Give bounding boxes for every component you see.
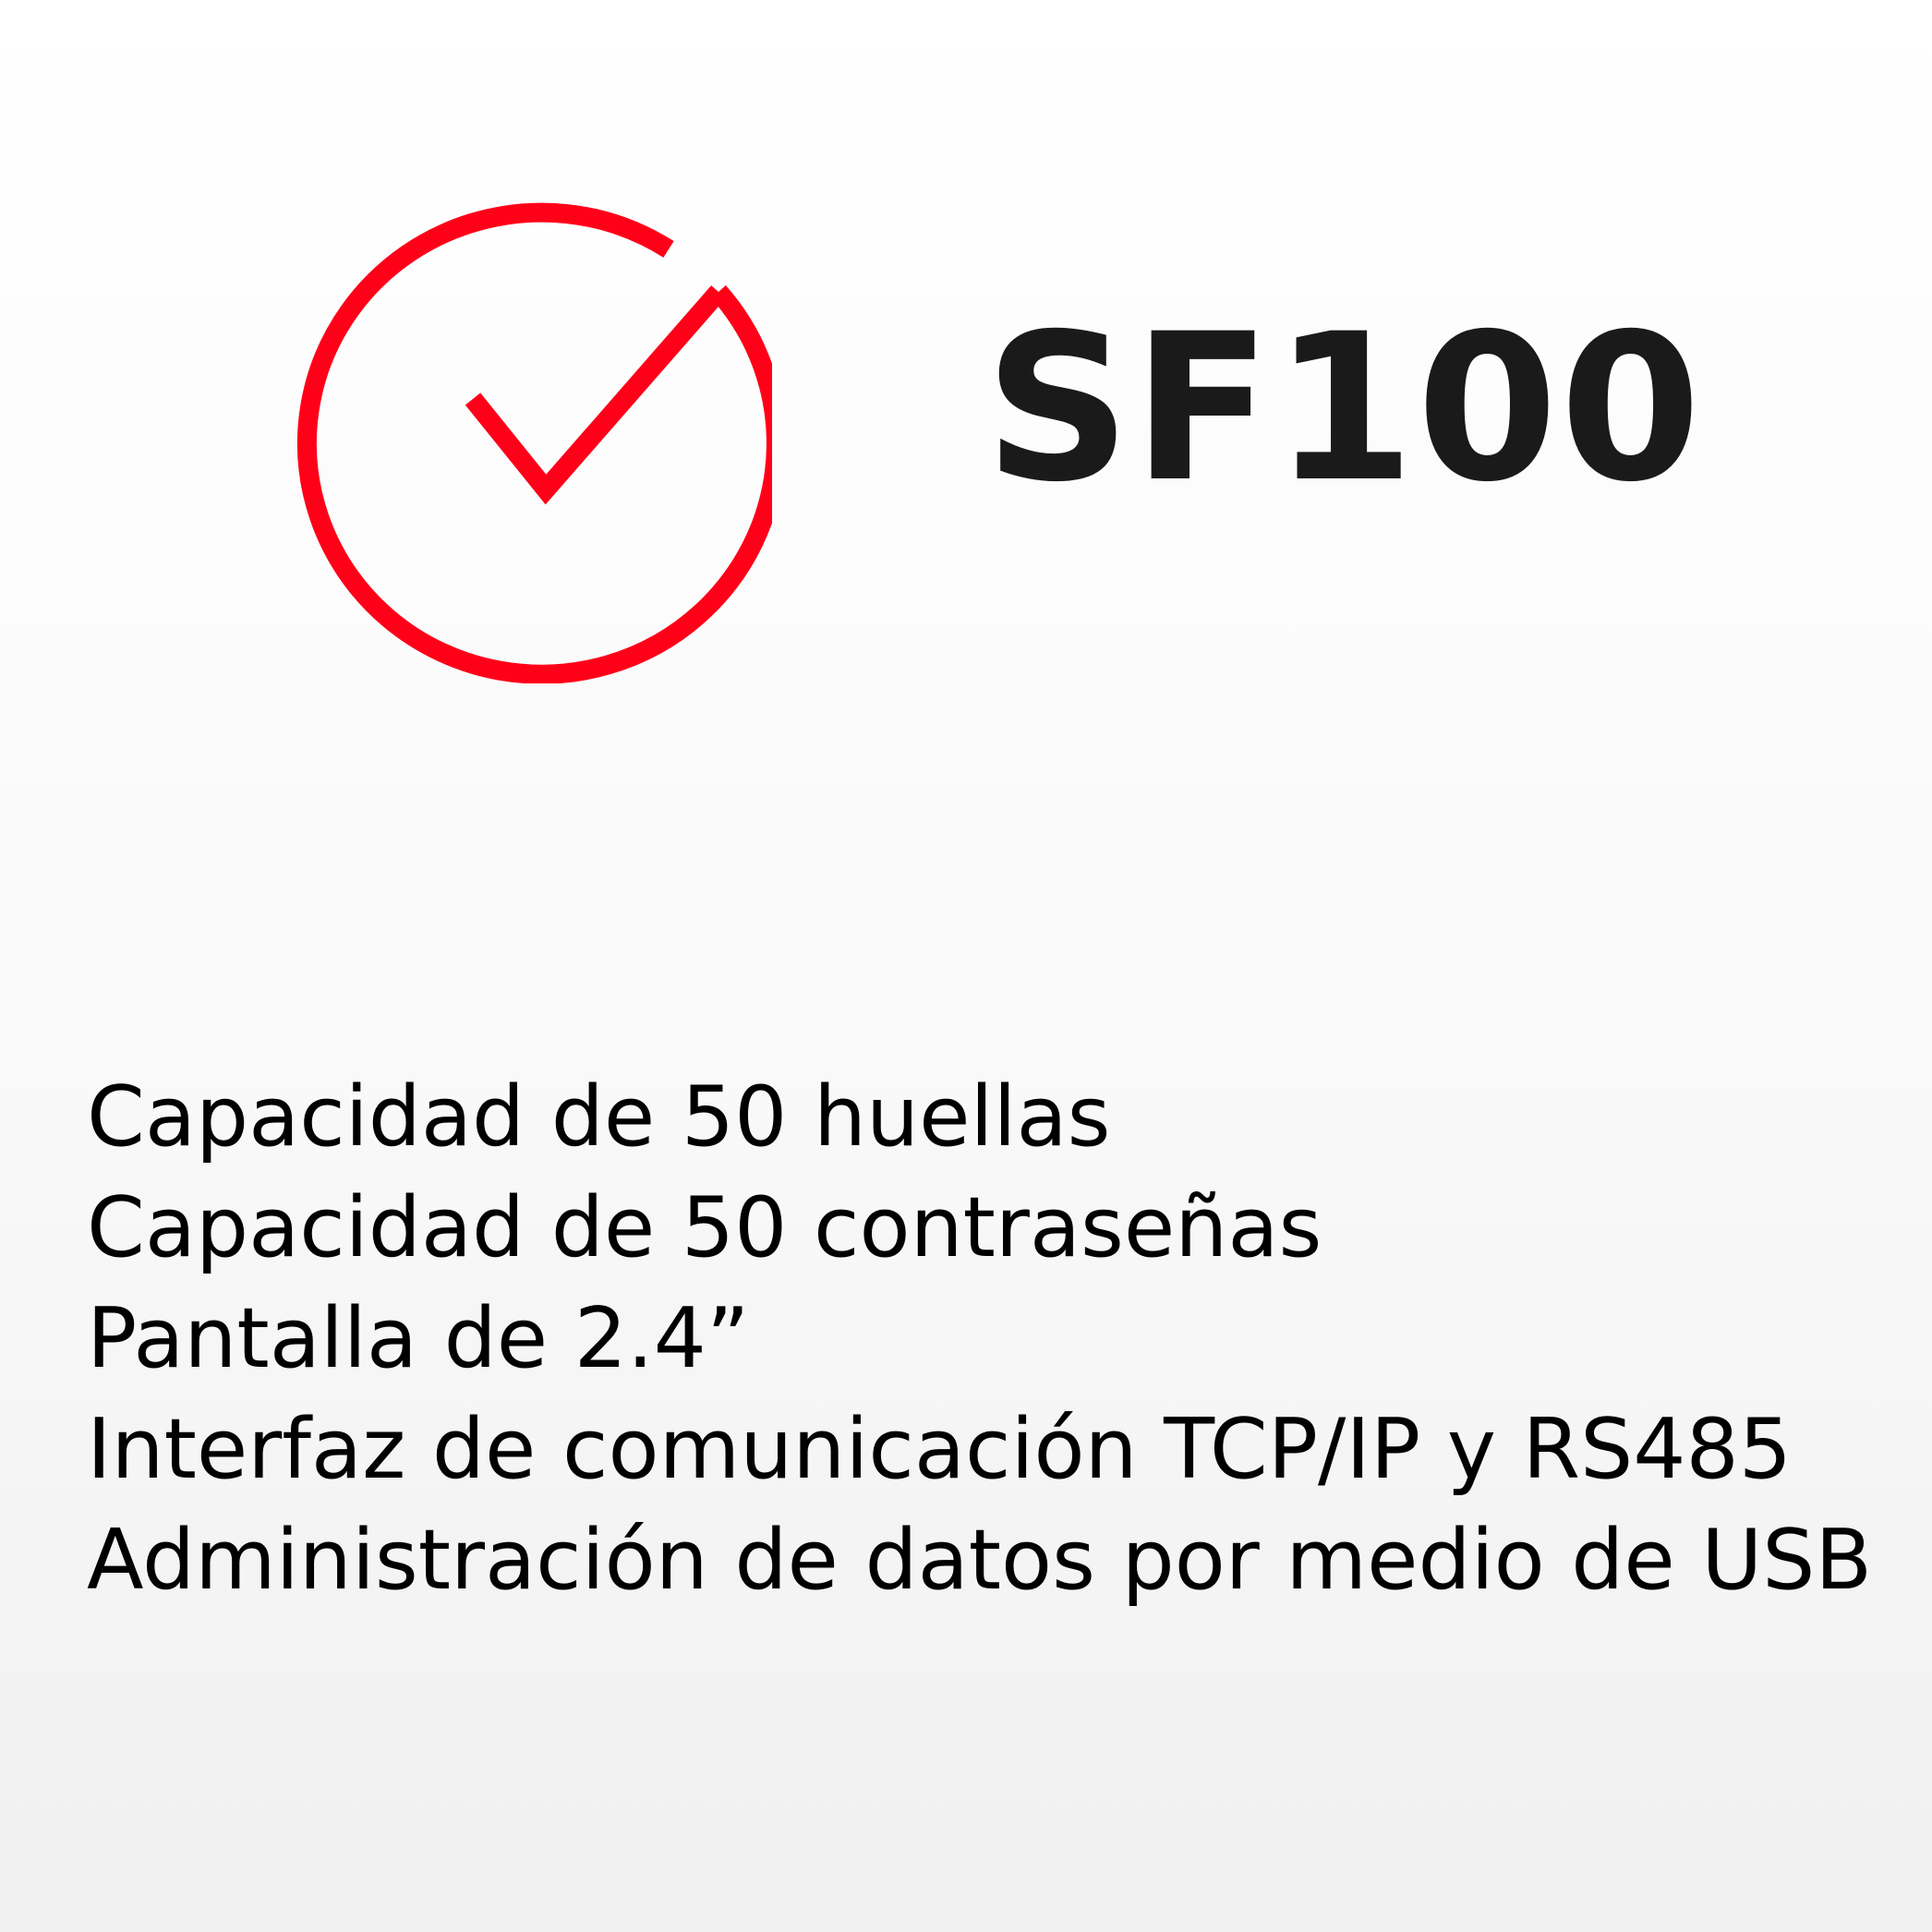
feature-item: Interfaz de comunicación TCP/IP y RS485 bbox=[87, 1401, 1793, 1498]
circle-checkmark-icon bbox=[273, 185, 786, 684]
product-title: SF100 bbox=[984, 290, 1703, 526]
feature-item: Capacidad de 50 contraseñas bbox=[87, 1179, 1322, 1276]
feature-item: Administración de datos por medio de USB bbox=[87, 1512, 1873, 1609]
feature-item: Capacidad de 50 huellas bbox=[87, 1069, 1111, 1165]
feature-item: Pantalla de 2.4” bbox=[87, 1290, 750, 1387]
feature-list: Capacidad de 50 huellas Capacidad de 50 … bbox=[87, 1062, 1872, 1616]
